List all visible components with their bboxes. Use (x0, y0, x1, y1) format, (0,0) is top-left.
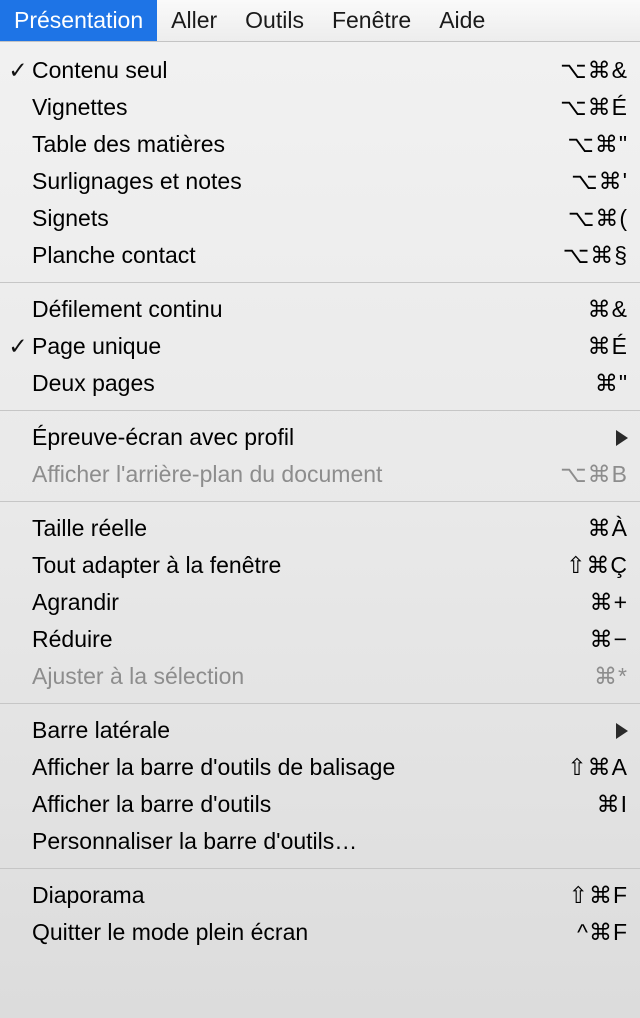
menu-item-shortcut: ⌘− (578, 626, 628, 653)
menu-item-signets[interactable]: Signets⌥⌘( (0, 200, 640, 237)
chevron-right-icon (616, 723, 628, 739)
menu-item-planche-contact[interactable]: Planche contact⌥⌘§ (0, 237, 640, 274)
menu-separator (0, 703, 640, 704)
menu-item-page-unique[interactable]: ✓Page unique⌘É (0, 328, 640, 365)
menu-item-label: Vignettes (28, 94, 548, 121)
menubar-item-aller[interactable]: Aller (157, 0, 231, 41)
menu-item-shortcut: ⇧⌘A (555, 754, 628, 781)
chevron-right-icon (616, 430, 628, 446)
menubar: Présentation Aller Outils Fenêtre Aide (0, 0, 640, 42)
checkmark-icon: ✓ (8, 57, 28, 84)
menu-item-contenu-seul[interactable]: ✓Contenu seul⌥⌘& (0, 52, 640, 89)
menu-item-shortcut: ⌥⌘( (556, 205, 628, 232)
menu-item-shortcut: ⌥⌘" (555, 131, 628, 158)
menu-item-label: Ajuster à la sélection (28, 663, 582, 690)
menu-item-quitter-le-mode-plein-ecran[interactable]: Quitter le mode plein écran^⌘F (0, 914, 640, 951)
menu-item-tout-adapter-a-la-fenetre[interactable]: Tout adapter à la fenêtre⇧⌘Ç (0, 547, 640, 584)
menu-item-vignettes[interactable]: Vignettes⌥⌘É (0, 89, 640, 126)
menu-item-label: Taille réelle (28, 515, 576, 542)
menubar-item-presentation[interactable]: Présentation (0, 0, 157, 41)
menubar-label: Fenêtre (332, 7, 411, 34)
menubar-label: Outils (245, 7, 304, 34)
menu-item-label: Personnaliser la barre d'outils… (28, 828, 628, 855)
menu-item-shortcut: ⌘À (576, 515, 628, 542)
menu-item-label: Afficher la barre d'outils (28, 791, 585, 818)
menu-item-afficher-la-barre-d-outils-de-balisage[interactable]: Afficher la barre d'outils de balisage⇧⌘… (0, 749, 640, 786)
menu-item-defilement-continu[interactable]: Défilement continu⌘& (0, 291, 640, 328)
menu-item-shortcut: ⌘* (582, 663, 628, 690)
menu-item-label: Afficher la barre d'outils de balisage (28, 754, 555, 781)
menu-item-label: Quitter le mode plein écran (28, 919, 565, 946)
menu-item-afficher-l-arriere-plan-du-document: Afficher l'arrière-plan du document⌥⌘B (0, 456, 640, 493)
menu-separator (0, 868, 640, 869)
menu-item-label: Planche contact (28, 242, 551, 269)
menu-item-shortcut: ⌘É (576, 333, 628, 360)
menubar-item-outils[interactable]: Outils (231, 0, 318, 41)
menu-item-table-des-matieres[interactable]: Table des matières⌥⌘" (0, 126, 640, 163)
menu-item-shortcut: ⌥⌘B (548, 461, 628, 488)
menu-item-shortcut: ⌘" (583, 370, 628, 397)
menu-item-label: Contenu seul (28, 57, 548, 84)
menu-item-label: Réduire (28, 626, 578, 653)
menu-separator (0, 410, 640, 411)
menu-item-label: Deux pages (28, 370, 583, 397)
menu-item-deux-pages[interactable]: Deux pages⌘" (0, 365, 640, 402)
menu-item-label: Afficher l'arrière-plan du document (28, 461, 548, 488)
menu-separator (0, 501, 640, 502)
menu-item-shortcut: ⌥⌘§ (551, 242, 628, 269)
menu-item-shortcut: ⇧⌘Ç (554, 552, 628, 579)
menu-item-barre-laterale[interactable]: Barre latérale (0, 712, 640, 749)
menu-item-label: Page unique (28, 333, 576, 360)
menu-item-ajuster-a-la-selection: Ajuster à la sélection⌘* (0, 658, 640, 695)
menu-item-label: Signets (28, 205, 556, 232)
menu-item-shortcut: ⌥⌘É (548, 94, 628, 121)
menu-item-agrandir[interactable]: Agrandir⌘+ (0, 584, 640, 621)
menu-item-shortcut: ⌘& (576, 296, 628, 323)
menubar-label: Aide (439, 7, 485, 34)
menu-item-shortcut: ⇧⌘F (557, 882, 628, 909)
menu-item-label: Table des matières (28, 131, 555, 158)
menu-item-shortcut: ⌥⌘& (548, 57, 628, 84)
menu-item-shortcut: ⌘I (585, 791, 628, 818)
menu-item-shortcut: ⌥⌘' (559, 168, 628, 195)
menubar-item-aide[interactable]: Aide (425, 0, 499, 41)
menu-item-taille-reelle[interactable]: Taille réelle⌘À (0, 510, 640, 547)
menu-item-label: Défilement continu (28, 296, 576, 323)
menu-item-label: Épreuve-écran avec profil (28, 424, 616, 451)
menu-item-label: Agrandir (28, 589, 578, 616)
dropdown-menu: ✓Contenu seul⌥⌘&Vignettes⌥⌘ÉTable des ma… (0, 42, 640, 953)
menu-item-shortcut: ⌘+ (578, 589, 628, 616)
menubar-label: Aller (171, 7, 217, 34)
menu-item-afficher-la-barre-d-outils[interactable]: Afficher la barre d'outils⌘I (0, 786, 640, 823)
menu-item-shortcut: ^⌘F (565, 919, 628, 946)
menu-item-personnaliser-la-barre-d-outils[interactable]: Personnaliser la barre d'outils… (0, 823, 640, 860)
checkmark-icon: ✓ (8, 333, 28, 360)
menu-item-surlignages-et-notes[interactable]: Surlignages et notes⌥⌘' (0, 163, 640, 200)
menu-item-label: Diaporama (28, 882, 557, 909)
menu-separator (0, 282, 640, 283)
menu-item-label: Tout adapter à la fenêtre (28, 552, 554, 579)
menu-item-reduire[interactable]: Réduire⌘− (0, 621, 640, 658)
menubar-item-fenetre[interactable]: Fenêtre (318, 0, 425, 41)
menubar-label: Présentation (14, 7, 143, 34)
menu-item-label: Surlignages et notes (28, 168, 559, 195)
menu-item-diaporama[interactable]: Diaporama⇧⌘F (0, 877, 640, 914)
menu-item-label: Barre latérale (28, 717, 616, 744)
menu-item-epreuve-ecran-avec-profil[interactable]: Épreuve-écran avec profil (0, 419, 640, 456)
